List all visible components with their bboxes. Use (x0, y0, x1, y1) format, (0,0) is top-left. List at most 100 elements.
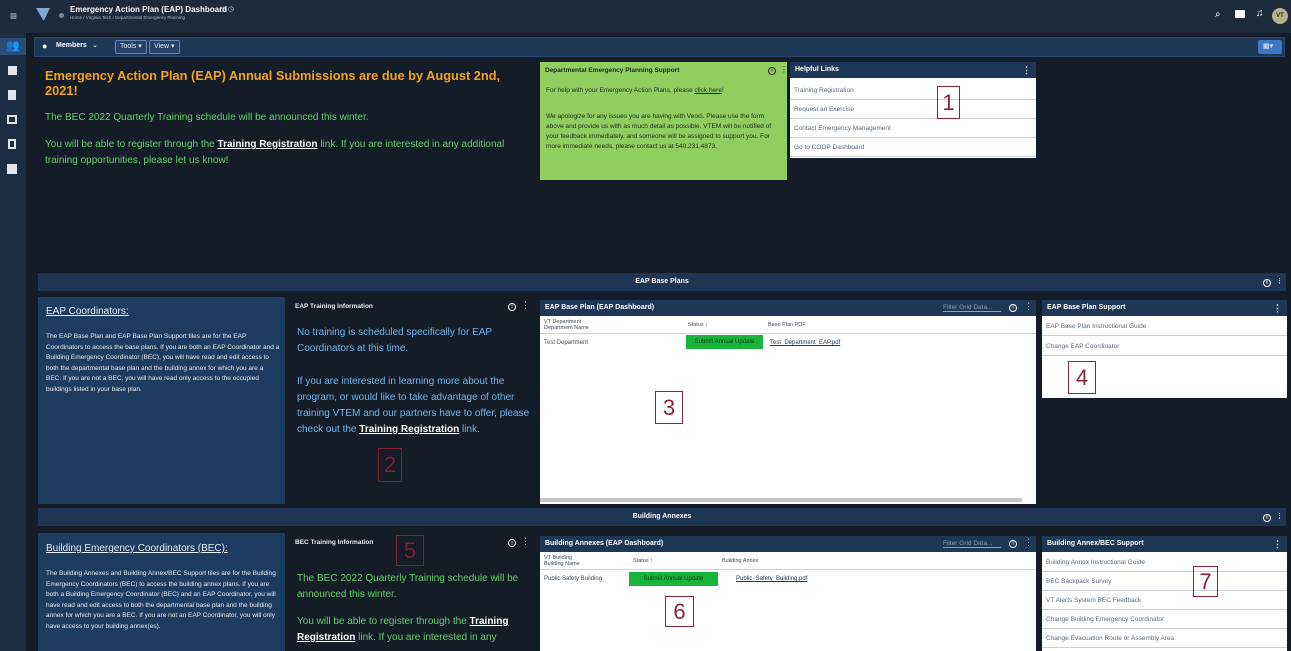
members-icon[interactable]: 👥 (6, 40, 20, 53)
eap-training-registration-link[interactable]: Training Registration (359, 424, 459, 435)
support-click-here-link[interactable]: click here (695, 87, 722, 94)
support-more-icon[interactable]: ⋮ (780, 65, 788, 74)
eap-base-plan-scrollbar[interactable] (540, 498, 1022, 502)
annex-support-more-icon[interactable]: ⋮ (1273, 536, 1282, 552)
section-annex-more-icon[interactable]: ⋮ (1276, 508, 1283, 526)
base-row-department: Test Department (544, 340, 589, 346)
helpful-link-contact-em[interactable]: Contact Emergency Management (790, 119, 1036, 138)
eap-base-plan-info-icon[interactable]: i (1009, 304, 1017, 312)
eap-coordinators-body: The EAP Base Plan and EAP Base Plan Supp… (46, 333, 280, 393)
eap-training-p2: If you are interested in learning more a… (297, 374, 532, 438)
left-rail: 👥 (0, 33, 26, 651)
support-info-icon[interactable]: i (768, 67, 776, 75)
layout-button[interactable]: ▦▾ (1258, 40, 1282, 54)
section-annex-info-icon[interactable]: i (1263, 514, 1271, 522)
person-icon: ● (42, 41, 48, 51)
bec-training-p1: The BEC 2022 Quarterly Training schedule… (297, 573, 519, 600)
search-icon[interactable]: ⌕ (1215, 9, 1221, 20)
helpful-links-tile: Helpful Links ⋮ Training Registration Req… (790, 62, 1036, 158)
col-status-header[interactable]: Status ↓ (688, 322, 708, 328)
avatar[interactable]: VT (1272, 8, 1288, 24)
base-row-pdf-link[interactable]: Test_Department_EAP.pdf (770, 340, 840, 346)
change-bec-link[interactable]: Change Building Emergency Coordinator (1042, 610, 1287, 629)
eap-coordinators-tile: EAP Coordinators: The EAP Base Plan and … (38, 297, 285, 504)
document-icon[interactable] (8, 90, 16, 100)
bec-backpack-survey-link[interactable]: BEC Backpack Survey (1042, 572, 1287, 591)
eap-training-p1: No training is scheduled specifically fo… (297, 327, 492, 354)
annotation-1: 1 (937, 86, 960, 119)
eap-base-plan-tile: EAP Base Plan (EAP Dashboard) Filter Gri… (540, 300, 1036, 504)
members-dropdown[interactable]: Members (56, 42, 87, 49)
folder-icon[interactable] (7, 115, 17, 124)
tools-label: Tools (120, 43, 137, 50)
eap-base-plan-filter-input[interactable]: Filter Grid Data... (943, 304, 1001, 312)
eap-base-plan-title: EAP Base Plan (EAP Dashboard) (545, 304, 655, 311)
annex-row-building: Public Safety Building (544, 576, 603, 582)
annex-support-title: Building Annex/BEC Support (1047, 540, 1144, 547)
eap-base-plan-more-icon[interactable]: ⋮ (1024, 301, 1033, 312)
annotation-7: 7 (1193, 566, 1218, 597)
section-building-annexes-title: Building Annexes (632, 513, 692, 520)
section-base-info-icon[interactable]: i (1263, 279, 1271, 287)
building-annexes-filter-input[interactable]: Filter Grid Data... (943, 540, 1001, 548)
change-evacuation-route-link[interactable]: Change Evacuation Route or Assembly Area (1042, 629, 1287, 648)
helpful-link-request-exercise[interactable]: Request an Exercise (790, 100, 1036, 119)
form-icon[interactable] (8, 139, 16, 149)
building-annexes-title: Building Annexes (EAP Dashboard) (545, 540, 664, 547)
section-base-more-icon[interactable]: ⋮ (1276, 273, 1283, 291)
section-building-annexes: Building Annexes i ⋮ (38, 508, 1286, 526)
checkbox-icon[interactable] (8, 66, 17, 75)
dashboard-icon[interactable] (7, 164, 17, 174)
bec-training-info-icon[interactable]: i (508, 539, 516, 547)
breadcrumb-home[interactable]: Home (70, 15, 82, 20)
banner-headline: Emergency Action Plan (EAP) Annual Submi… (45, 68, 501, 98)
col-department-header[interactable]: VT Department Department Name (544, 319, 589, 331)
helpful-link-coop-dashboard[interactable]: Go to COOP Dashboard (790, 138, 1036, 157)
building-annexes-more-icon[interactable]: ⋮ (1024, 537, 1033, 548)
col-building-header[interactable]: VT Building Building Name (544, 555, 580, 567)
banner-training-link[interactable]: Training Registration (218, 139, 318, 150)
vt-alerts-feedback-link[interactable]: VT Alerts System BEC Feedback (1042, 591, 1287, 610)
breadcrumb-page[interactable]: Departmental Emergency Planning (115, 15, 185, 20)
annex-row-pdf-link[interactable]: Public_Safety_Building.pdf (736, 576, 807, 582)
col-building-annex-header[interactable]: Building Annex (722, 558, 758, 564)
tools-button[interactable]: Tools ▾ (115, 40, 147, 54)
eap-base-guide-link[interactable]: EAP Base Plan Instructional Guide (1042, 317, 1287, 336)
support-tile: Departmental Emergency Planning Support … (540, 62, 788, 180)
annex-guide-link[interactable]: Building Annex Instructional Guide (1042, 553, 1287, 572)
eap-training-info-icon[interactable]: i (508, 303, 516, 311)
bec-training-title: BEC Training Information (295, 539, 374, 546)
helpful-links-more-icon[interactable]: ⋮ (1022, 62, 1031, 78)
col-building-label-b: Building Name (544, 561, 580, 567)
annex-row-status-badge[interactable]: Submit Annual Update (629, 572, 718, 586)
eap-training-more-icon[interactable]: ⋮ (521, 300, 530, 311)
building-annexes-tile: Building Annexes (EAP Dashboard) Filter … (540, 536, 1036, 651)
sub-toolbar: ● Members ⌄ Tools ▾ View ▾ ▦▾ (34, 37, 1285, 57)
chat-icon[interactable] (1235, 10, 1245, 18)
members-chevron-icon[interactable]: ⌄ (92, 41, 98, 49)
support-p1: For help with your Emergency Action Plan… (546, 87, 784, 94)
bec-training-more-icon[interactable]: ⋮ (521, 536, 530, 547)
section-eap-base-plans: EAP Base Plans i ⋮ (38, 273, 1286, 291)
clock-icon[interactable]: ◷ (228, 5, 234, 13)
menu-icon[interactable]: ≡ (10, 9, 17, 23)
bec-body: The Building Annexes and Building Annex/… (46, 570, 276, 630)
col-base-pdf-header[interactable]: Base Plan PDF (768, 322, 806, 328)
bookmark-icon[interactable]: ◻ (220, 5, 226, 13)
breadcrumb-org[interactable]: Virginia Tech (86, 15, 112, 20)
bec-title: Building Emergency Coordinators (BEC): (46, 543, 228, 554)
eap-training-p2-tail: link. (459, 424, 480, 435)
change-eap-coordinator-link[interactable]: Change EAP Coordinator (1042, 337, 1287, 356)
base-row-status-badge[interactable]: Submit Annual Update (686, 335, 763, 349)
building-annexes-info-icon[interactable]: i (1009, 540, 1017, 548)
view-button[interactable]: View ▾ (149, 40, 180, 54)
bec-training-p2-tail: link. If you are interested in any (355, 632, 497, 643)
bec-training-p2-text: You will be able to register through the (297, 616, 470, 627)
col-annex-status-label: Status (633, 558, 649, 564)
bell-icon[interactable]: ♫ (1256, 8, 1264, 19)
eap-base-support-more-icon[interactable]: ⋮ (1273, 300, 1282, 316)
annex-support-header: Building Annex/BEC Support ⋮ (1042, 536, 1287, 552)
helpful-link-training-registration[interactable]: Training Registration (790, 81, 1036, 100)
status-dot-icon (59, 13, 64, 18)
col-annex-status-header[interactable]: Status ↑ (633, 558, 653, 564)
